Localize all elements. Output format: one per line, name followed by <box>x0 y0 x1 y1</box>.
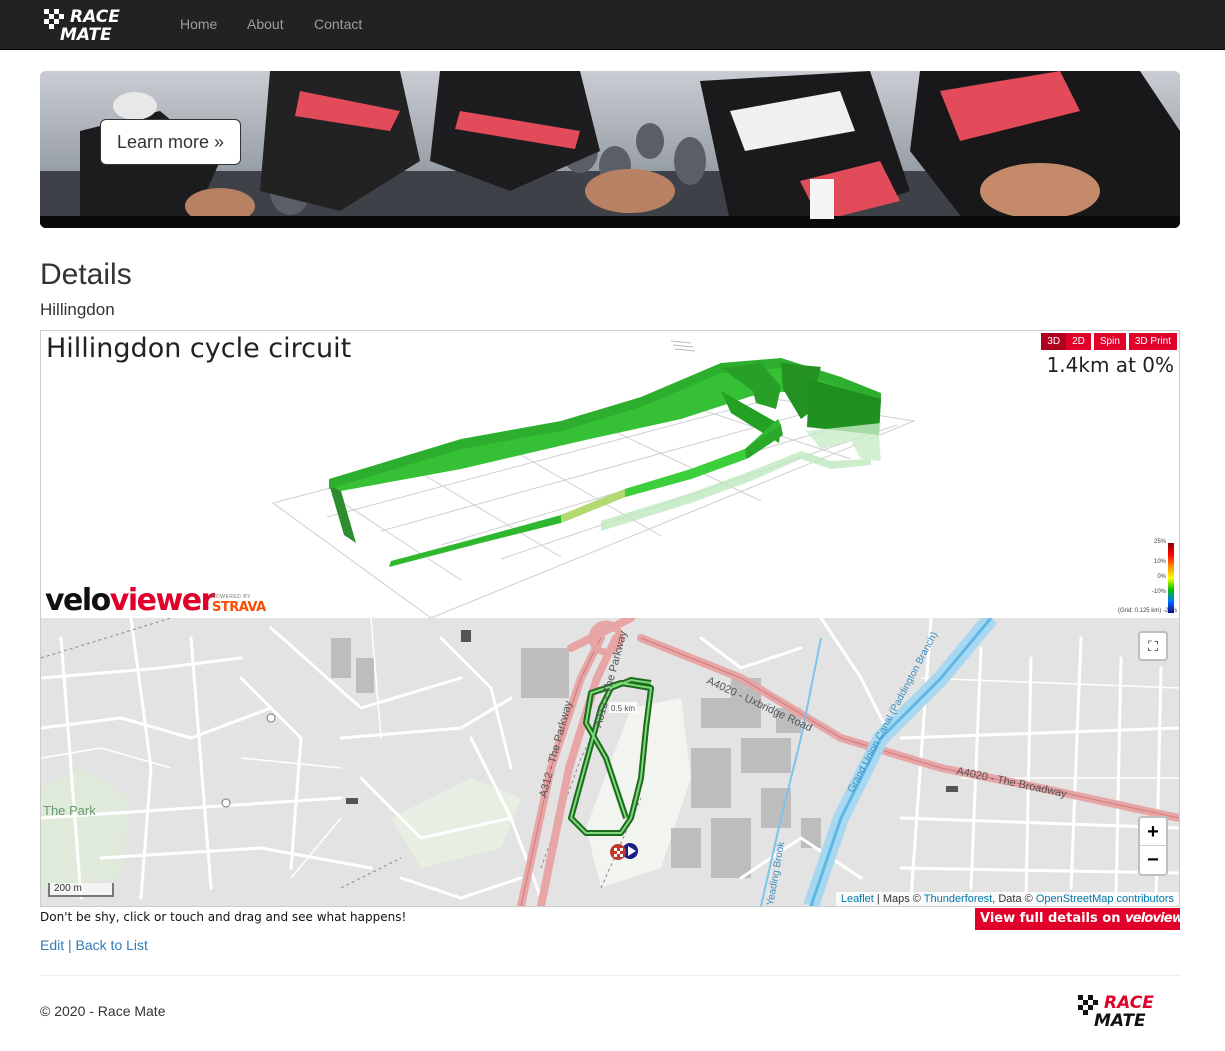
action-links: Edit | Back to List <box>40 937 148 953</box>
view-mode-buttons: 3D 2D Spin 3D Print <box>1041 333 1177 350</box>
zoom-in-button[interactable]: + <box>1140 818 1166 846</box>
edit-link[interactable]: Edit <box>40 937 64 953</box>
attribution-text: , Data © <box>992 893 1036 905</box>
nav-contact[interactable]: Contact <box>314 16 362 32</box>
legend-tick: -10% <box>1151 589 1166 595</box>
zoom-control: + − <box>1138 816 1168 876</box>
3d-print-button[interactable]: 3D Print <box>1128 333 1177 350</box>
grid-note: (Grid: 0.125 km) -25% <box>1118 608 1177 614</box>
legend-tick: -25% <box>1162 608 1177 614</box>
brand-line2: MATE <box>60 25 112 42</box>
veloviewer-logo-part2: viewer <box>109 583 216 618</box>
distance-summary: 1.4km at 0% <box>1046 353 1174 377</box>
brand-logo[interactable]: RACE MATE <box>42 6 148 42</box>
map-label-park: The Park <box>43 803 96 818</box>
map-scale: 200 m <box>48 883 114 897</box>
zoom-out-button[interactable]: − <box>1140 846 1166 874</box>
footer-logo-line2: MATE <box>1094 1011 1146 1028</box>
learn-more-button[interactable]: Learn more » <box>100 119 241 165</box>
footer-copyright: © 2020 - Race Mate <box>40 1003 166 1019</box>
veloviewer-logo-part1: velo <box>45 583 111 618</box>
veloviewer-widget[interactable]: Hillingdon cycle circuit 3D 2D Spin 3D P… <box>40 330 1180 907</box>
legend-tick: 0% <box>1157 574 1166 580</box>
map-tiles[interactable]: The Park A312 - The Parkway A312 - The P… <box>41 618 1179 906</box>
full-details-prefix: View full details on <box>980 911 1125 926</box>
leaflet-link[interactable]: Leaflet <box>841 893 874 905</box>
veloviewer-small-logo: veloviewer <box>1125 911 1180 926</box>
legend-tick: 10% <box>1153 559 1166 565</box>
interaction-hint: Don't be shy, click or touch and drag an… <box>40 910 407 924</box>
grid-note-text: (Grid: 0.125 km) <box>1117 608 1162 614</box>
thunderforest-link[interactable]: Thunderforest <box>924 893 992 905</box>
brand-line1: RACE <box>70 7 120 27</box>
legend-tick: 25% <box>1153 539 1166 545</box>
elevation-3d-view[interactable] <box>41 331 1179 618</box>
route-location: Hillingdon <box>40 300 115 319</box>
back-to-list-link[interactable]: Back to List <box>76 937 148 953</box>
veloviewer-logo[interactable]: veloviewer <box>45 583 216 618</box>
hero-banner: Learn more » <box>40 71 1180 228</box>
spin-button[interactable]: Spin <box>1093 333 1126 350</box>
gradient-legend: 25% 10% 0% -10% <box>1141 539 1179 619</box>
strava-logo[interactable]: STRAVA <box>212 600 266 615</box>
view-3d-button[interactable]: 3D <box>1041 333 1067 350</box>
route-title: Hillingdon cycle circuit <box>46 333 352 364</box>
attribution-text: | Maps © <box>873 893 924 905</box>
map-attribution: Leaflet | Maps © Thunderforest, Data © O… <box>835 892 1179 906</box>
km-marker: 0.5 km <box>611 704 635 713</box>
osm-link[interactable]: OpenStreetMap contributors <box>1036 893 1174 905</box>
view-full-details-button[interactable]: View full details on veloviewer <box>975 908 1180 930</box>
link-separator: | <box>68 937 72 953</box>
route-map[interactable]: The Park A312 - The Parkway A312 - The P… <box>41 618 1179 906</box>
footer-logo: RACE MATE <box>1078 993 1154 1028</box>
nav-home[interactable]: Home <box>180 16 217 32</box>
fullscreen-button[interactable]: ⛶ <box>1138 631 1168 661</box>
gradient-scale-bar <box>1168 543 1174 613</box>
footer-logo-line1: RACE <box>1104 993 1154 1013</box>
view-2d-button[interactable]: 2D <box>1066 333 1091 350</box>
navbar: RACE MATE Home About Contact <box>0 0 1225 50</box>
page-title: Details <box>40 258 132 291</box>
nav-about[interactable]: About <box>247 16 284 32</box>
footer-divider <box>40 975 1180 976</box>
